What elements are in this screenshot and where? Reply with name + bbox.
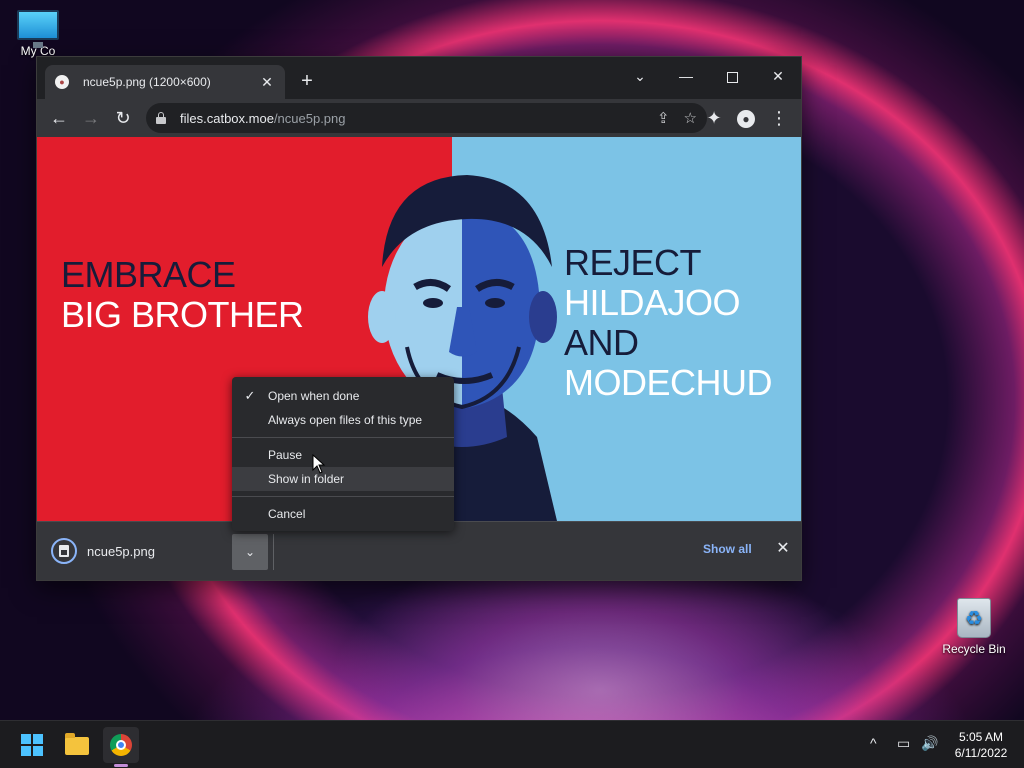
lock-icon[interactable] [156, 112, 166, 124]
running-indicator [114, 764, 128, 767]
avatar-icon: ● [737, 110, 755, 129]
maximize-icon [726, 71, 738, 83]
download-context-menu: ✓ Open when done Always open files of th… [232, 377, 454, 531]
bookmark-star-icon[interactable]: ☆ [684, 109, 697, 127]
clock-time: 5:05 AM [958, 730, 1004, 744]
close-window-button[interactable]: ✕ [755, 62, 801, 90]
file-icon [51, 538, 77, 564]
checkmark-icon: ✓ [244, 388, 256, 403]
profile-button[interactable]: ● [732, 104, 760, 132]
taskbar: ^ ▭ 🔊 5:05 AM 6/11/2022 [0, 720, 1024, 768]
clock-date: 6/11/2022 [954, 746, 1008, 760]
show-all-link[interactable]: Show all [703, 542, 752, 556]
maximize-button[interactable] [709, 62, 755, 90]
menu-item-pause[interactable]: Pause [232, 443, 454, 467]
back-button[interactable]: ← [45, 104, 73, 132]
menu-item-always-open[interactable]: Always open files of this type [232, 408, 454, 432]
windows-logo-icon [21, 734, 43, 756]
browser-toolbar: ← → ↻ files.catbox.moe/ncue5p.png ⇪ ☆ ✦ … [37, 99, 801, 137]
menu-item-label: Always open files of this type [268, 413, 423, 427]
new-tab-button[interactable]: + [295, 69, 319, 93]
url-host: files.catbox.moe [180, 110, 274, 126]
menu-item-label: Cancel [268, 507, 306, 521]
poster-text-right-1: REJECT [564, 242, 702, 283]
forward-button[interactable]: → [77, 104, 105, 132]
recycle-bin-icon: ♻ [957, 598, 991, 638]
close-shelf-icon[interactable]: ✕ [773, 538, 793, 558]
poster-text-right-2: HILDAJOO [564, 282, 741, 323]
poster-text-left-1: EMBRACE [61, 254, 236, 295]
volume-icon[interactable]: 🔊 [921, 735, 938, 752]
chrome-menu-icon[interactable]: ⋮ [765, 104, 793, 132]
network-icon[interactable]: ▭ [897, 735, 910, 752]
start-button[interactable] [14, 727, 50, 763]
tab-close-icon[interactable]: ✕ [259, 74, 275, 91]
mouse-cursor-icon [312, 454, 326, 474]
menu-item-label: Show in folder [268, 472, 345, 486]
menu-item-open-when-done[interactable]: ✓ Open when done [232, 384, 454, 408]
share-icon[interactable]: ⇪ [657, 109, 670, 127]
tab-active[interactable]: ● ncue5p.png (1200×600) ✕ [45, 65, 285, 99]
download-item[interactable]: ncue5p.png [51, 538, 155, 564]
address-bar[interactable]: files.catbox.moe/ncue5p.png ⇪ ☆ [146, 103, 707, 133]
system-clock[interactable]: 5:05 AM 6/11/2022 [948, 729, 1014, 761]
menu-divider [232, 496, 454, 497]
menu-item-show-in-folder[interactable]: Show in folder [232, 467, 454, 491]
reload-button[interactable]: ↻ [109, 104, 137, 132]
favicon-icon: ● [55, 75, 69, 89]
taskbar-file-explorer[interactable] [59, 727, 95, 763]
monitor-icon [17, 10, 59, 48]
tab-title: ncue5p.png (1200×600) [83, 75, 211, 89]
download-filename: ncue5p.png [87, 543, 155, 559]
title-bar: ● ncue5p.png (1200×600) ✕ + ⌄ — ✕ [37, 57, 801, 99]
poster-text-right-3: AND [564, 322, 639, 363]
menu-divider [232, 437, 454, 438]
chrome-icon [110, 734, 132, 756]
desktop-icon-my-computer[interactable]: My Co [2, 10, 74, 58]
desktop-icon-label: Recycle Bin [942, 642, 1006, 656]
desktop-icon-recycle-bin[interactable]: ♻ Recycle Bin [938, 598, 1010, 656]
taskbar-chrome[interactable] [103, 727, 139, 763]
tray-overflow-icon[interactable]: ^ [870, 735, 877, 751]
poster-text-left-2: BIG BROTHER [61, 294, 304, 335]
shelf-divider [273, 534, 274, 570]
download-options-button[interactable]: ⌄ [232, 534, 268, 570]
menu-item-label: Open when done [268, 389, 360, 403]
tab-search-button[interactable]: ⌄ [617, 62, 663, 90]
folder-icon [65, 733, 89, 755]
extensions-icon[interactable]: ✦ [700, 104, 728, 132]
menu-item-label: Pause [268, 448, 303, 462]
url-path: /ncue5p.png [273, 110, 346, 126]
poster-text-right-4: MODECHUD [564, 362, 773, 403]
menu-item-cancel[interactable]: Cancel [232, 502, 454, 526]
minimize-button[interactable]: — [663, 62, 709, 90]
